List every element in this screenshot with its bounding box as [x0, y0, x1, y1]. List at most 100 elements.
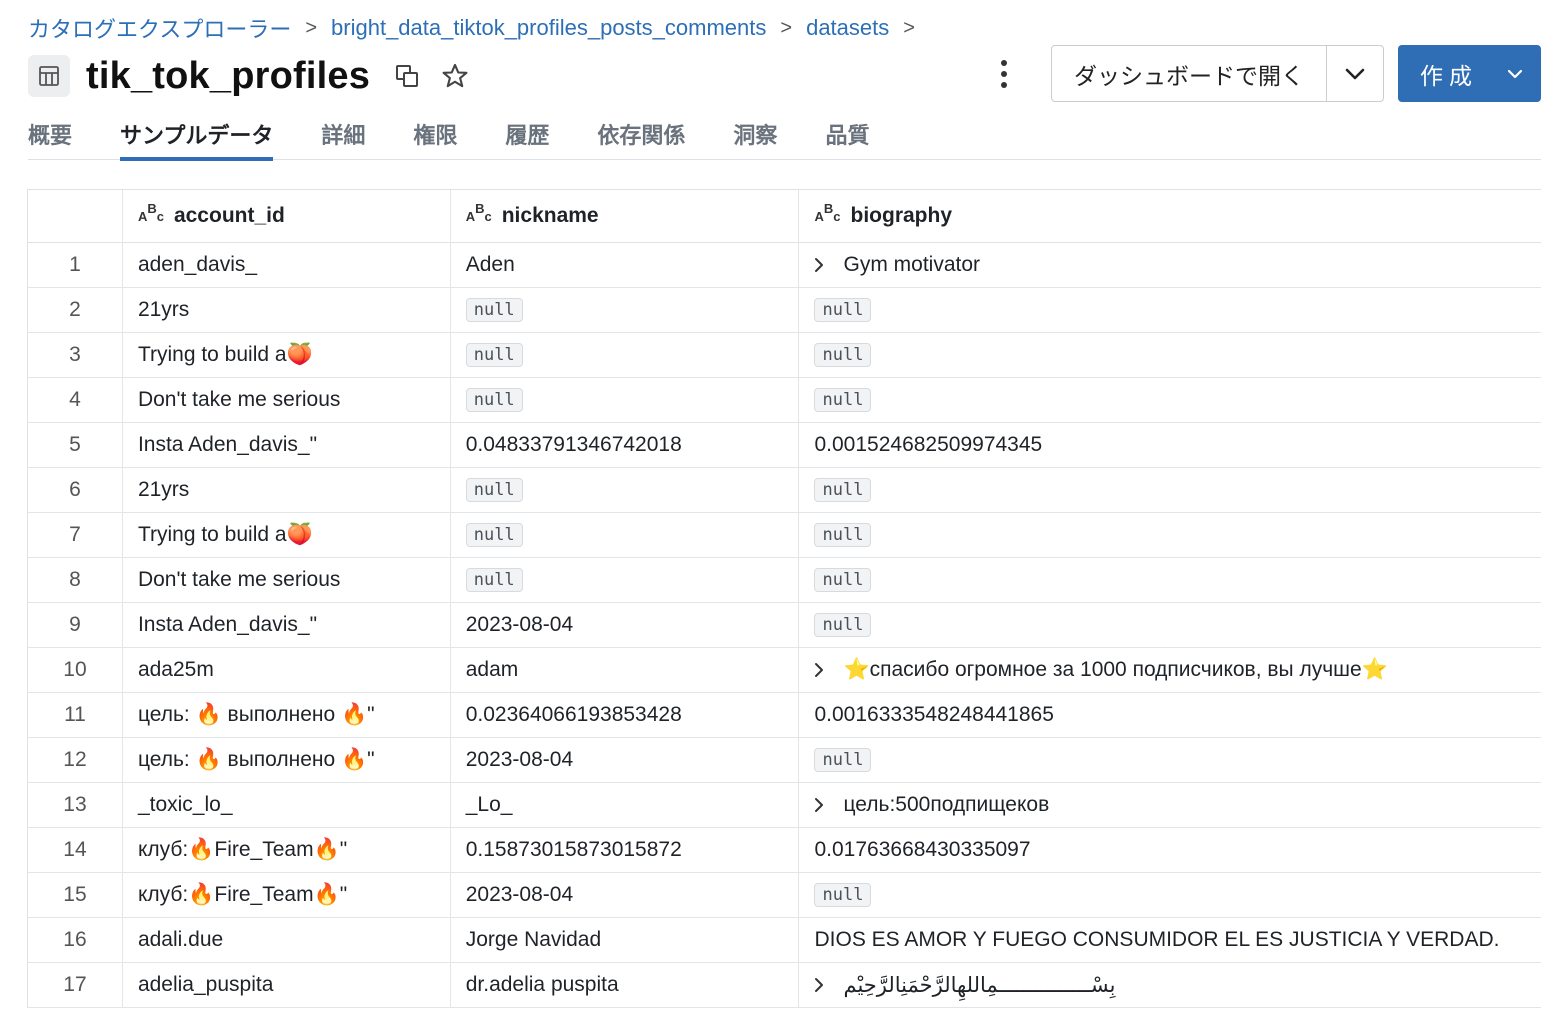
column-header-biography[interactable]: ABc biography: [799, 190, 1541, 242]
cell-account-id[interactable]: _toxic_lo_: [123, 783, 451, 827]
cell-account-id[interactable]: клуб:🔥Fire_Team🔥": [123, 873, 451, 917]
breadcrumb-schema[interactable]: datasets: [806, 15, 889, 41]
cell-nickname[interactable]: Jorge Navidad: [451, 918, 800, 962]
row-number: 9: [28, 603, 123, 647]
chevron-down-icon[interactable]: [1327, 46, 1383, 101]
column-header-nickname[interactable]: ABc nickname: [451, 190, 800, 242]
cell-account-id[interactable]: Insta Aden_davis_": [123, 423, 451, 467]
row-number: 2: [28, 288, 123, 332]
null-badge: null: [814, 523, 872, 547]
cell-account-id[interactable]: Insta Aden_davis_": [123, 603, 451, 647]
cell-account-id[interactable]: aden_davis_: [123, 243, 451, 287]
null-badge: null: [814, 748, 872, 772]
cell-nickname[interactable]: null: [451, 558, 800, 602]
cell-biography[interactable]: null: [799, 378, 1541, 422]
cell-nickname[interactable]: Aden: [451, 243, 800, 287]
table-row: 6 21yrs null null: [28, 468, 1541, 513]
biography-text: DIOS ES AMOR Y FUEGO CONSUMIDOR EL ES JU…: [814, 928, 1500, 951]
cell-account-id[interactable]: Trying to build a🍑: [123, 513, 451, 557]
cell-nickname[interactable]: _Lo_: [451, 783, 800, 827]
cell-biography[interactable]: цель:500подпищеков: [799, 783, 1541, 827]
column-header-account-id[interactable]: ABc account_id: [123, 190, 451, 242]
cell-nickname[interactable]: 0.15873015873015872: [451, 828, 800, 872]
cell-account-id[interactable]: цель: 🔥 выполнено 🔥": [123, 738, 451, 782]
tab-details[interactable]: 詳細: [321, 112, 365, 160]
cell-biography[interactable]: null: [799, 513, 1541, 557]
cell-nickname[interactable]: 0.02364066193853428: [451, 693, 800, 737]
cell-nickname[interactable]: null: [451, 378, 800, 422]
cell-biography[interactable]: null: [799, 468, 1541, 512]
table-row: 12 цель: 🔥 выполнено 🔥" 2023-08-04 null: [28, 738, 1541, 783]
cell-account-id[interactable]: клуб:🔥Fire_Team🔥": [123, 828, 451, 872]
column-name: biography: [850, 204, 953, 227]
null-badge: null: [814, 388, 872, 412]
breadcrumb: カタログエクスプローラー > bright_data_tiktok_profil…: [28, 12, 929, 44]
cell-biography[interactable]: 0.0016333548248441865: [799, 693, 1541, 737]
cell-nickname[interactable]: 0.04833791346742018: [451, 423, 800, 467]
cell-account-id[interactable]: adelia_puspita: [123, 963, 451, 1007]
tab-sample-data[interactable]: サンプルデータ: [120, 112, 274, 161]
cell-nickname[interactable]: 2023-08-04: [451, 738, 800, 782]
tab-permissions[interactable]: 権限: [413, 112, 457, 160]
tab-history[interactable]: 履歴: [505, 112, 549, 160]
cell-nickname[interactable]: 2023-08-04: [451, 603, 800, 647]
create-button[interactable]: 作成: [1398, 45, 1541, 102]
chevron-right-icon[interactable]: [814, 977, 828, 993]
cell-nickname[interactable]: null: [451, 468, 800, 512]
row-number: 1: [28, 243, 123, 287]
cell-biography[interactable]: null: [799, 873, 1541, 917]
cell-nickname[interactable]: null: [451, 513, 800, 557]
cell-account-id[interactable]: 21yrs: [123, 288, 451, 332]
cell-biography[interactable]: null: [799, 333, 1541, 377]
chevron-right-icon[interactable]: [814, 257, 828, 273]
cell-account-id[interactable]: ada25m: [123, 648, 451, 692]
table-row: 7 Trying to build a🍑 null null: [28, 513, 1541, 558]
row-number: 12: [28, 738, 123, 782]
cell-biography[interactable]: DIOS ES AMOR Y FUEGO CONSUMIDOR EL ES JU…: [799, 918, 1541, 962]
cell-nickname[interactable]: null: [451, 288, 800, 332]
cell-biography[interactable]: null: [799, 738, 1541, 782]
cell-account-id[interactable]: 21yrs: [123, 468, 451, 512]
table-row: 2 21yrs null null: [28, 288, 1541, 333]
cell-biography[interactable]: بِسْـــــــــــــــمِاللهِالرَّحْمَنِالر…: [799, 963, 1541, 1007]
breadcrumb-separator: >: [780, 16, 793, 39]
cell-biography[interactable]: 0.01763668430335097: [799, 828, 1541, 872]
cell-nickname[interactable]: adam: [451, 648, 800, 692]
biography-text: 0.001524682509974345: [814, 433, 1043, 456]
cell-biography[interactable]: null: [799, 288, 1541, 332]
cell-account-id[interactable]: adali.due: [123, 918, 451, 962]
cell-biography[interactable]: null: [799, 603, 1541, 647]
cell-nickname[interactable]: null: [451, 333, 800, 377]
column-name: account_id: [173, 204, 285, 227]
open-dashboard-button[interactable]: ダッシュボードで開く: [1052, 46, 1327, 101]
chevron-right-icon[interactable]: [814, 797, 828, 813]
cell-nickname[interactable]: 2023-08-04: [451, 873, 800, 917]
null-badge: null: [814, 478, 872, 502]
null-badge: null: [465, 568, 523, 592]
string-type-icon: ABc: [814, 200, 841, 224]
tab-overview[interactable]: 概要: [28, 112, 72, 160]
breadcrumb-catalog[interactable]: bright_data_tiktok_profiles_posts_commen…: [331, 15, 766, 41]
cell-account-id[interactable]: Trying to build a🍑: [123, 333, 451, 377]
cell-biography[interactable]: null: [799, 558, 1541, 602]
cell-biography[interactable]: ⭐спасибо огромное за 1000 подписчиков, в…: [799, 648, 1541, 692]
null-badge: null: [814, 613, 872, 637]
cell-account-id[interactable]: цель: 🔥 выполнено 🔥": [123, 693, 451, 737]
tab-lineage[interactable]: 依存関係: [597, 112, 685, 160]
null-badge: null: [814, 883, 872, 907]
cell-biography[interactable]: 0.001524682509974345: [799, 423, 1541, 467]
breadcrumb-catalog-explorer[interactable]: カタログエクスプローラー: [28, 12, 291, 44]
cell-biography[interactable]: Gym motivator: [799, 243, 1541, 287]
chevron-down-icon: [1507, 69, 1523, 79]
table-row: 4 Don't take me serious null null: [28, 378, 1541, 423]
more-options-icon[interactable]: [990, 56, 1018, 92]
row-number: 14: [28, 828, 123, 872]
cell-account-id[interactable]: Don't take me serious: [123, 558, 451, 602]
cell-account-id[interactable]: Don't take me serious: [123, 378, 451, 422]
tab-insights[interactable]: 洞察: [733, 112, 777, 160]
star-icon[interactable]: [440, 61, 470, 91]
copy-icon[interactable]: [392, 61, 422, 91]
chevron-right-icon[interactable]: [814, 662, 828, 678]
cell-nickname[interactable]: dr.adelia puspita: [451, 963, 800, 1007]
tab-quality[interactable]: 品質: [825, 112, 869, 160]
